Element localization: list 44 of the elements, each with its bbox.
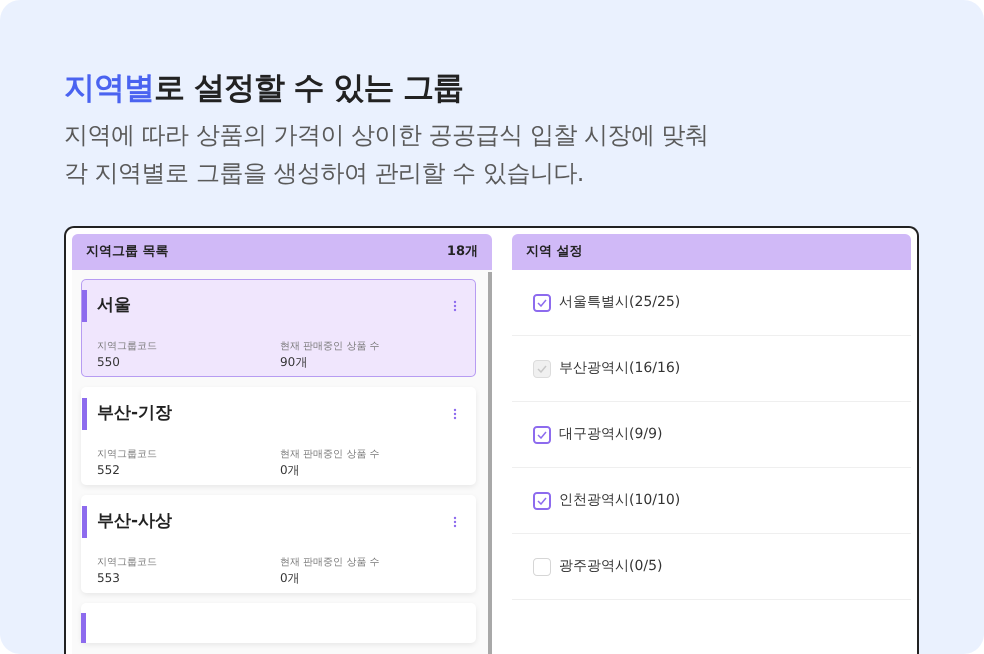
checkbox[interactable] [533, 294, 551, 312]
scrollbar[interactable] [488, 272, 492, 654]
field-value: 553 [97, 570, 121, 586]
field-value: 0개 [280, 462, 301, 478]
accent-bar [82, 290, 87, 322]
checkbox[interactable] [533, 426, 551, 444]
group-card[interactable]: 부산-기장 지역그룹코드 552 현재 판매중인 상품 수 0개 [81, 387, 476, 485]
group-name: 서울 [97, 294, 131, 318]
field-label: 현재 판매중인 상품 수 [280, 556, 380, 570]
headline: 지역별로 설정할 수 있는 그룹 [64, 69, 464, 108]
field-label: 현재 판매중인 상품 수 [280, 448, 380, 462]
region-label: 인천광역시(10/10) [559, 491, 680, 510]
field-value: 550 [97, 354, 121, 370]
field-label: 지역그룹코드 [97, 448, 158, 462]
region-label: 서울특별시(25/25) [559, 293, 680, 312]
group-count: 18개 [446, 243, 478, 262]
region-label: 부산광역시(16/16) [559, 359, 680, 378]
region-label: 광주광역시(0/5) [559, 557, 662, 576]
field-value: 552 [97, 462, 121, 478]
checkmark-icon [537, 496, 547, 504]
group-card[interactable]: 부산-사상 지역그룹코드 553 현재 판매중인 상품 수 0개 [81, 495, 476, 593]
accent-bar [82, 398, 87, 430]
checkbox[interactable] [533, 492, 551, 510]
field-value: 0개 [280, 570, 301, 586]
checkmark-icon [537, 364, 547, 372]
group-name: 부산-기장 [97, 402, 172, 426]
panel-title: 지역그룹 목록 [86, 243, 169, 262]
more-options-icon[interactable] [453, 300, 457, 312]
group-name: 부산-사상 [97, 510, 172, 534]
more-options-icon[interactable] [453, 516, 457, 528]
accent-bar [81, 613, 86, 643]
panel-title: 지역 설정 [526, 243, 583, 262]
accent-bar [82, 506, 87, 538]
region-label: 대구광역시(9/9) [559, 425, 662, 444]
field-value: 90개 [280, 354, 308, 370]
group-card[interactable]: 서울 지역그룹코드 550 현재 판매중인 상품 수 90개 [81, 279, 476, 377]
more-options-icon[interactable] [453, 408, 457, 420]
description-line: 지역에 따라 상품의 가격이 상이한 공공급식 입찰 시장에 맞춰 [64, 120, 710, 151]
checkmark-icon [537, 298, 547, 306]
field-label: 현재 판매중인 상품 수 [280, 340, 380, 354]
field-label: 지역그룹코드 [97, 340, 158, 354]
checkmark-icon [537, 430, 547, 438]
description-line: 각 지역별로 그룹을 생성하여 관리할 수 있습니다. [64, 158, 585, 189]
field-label: 지역그룹코드 [97, 556, 158, 570]
